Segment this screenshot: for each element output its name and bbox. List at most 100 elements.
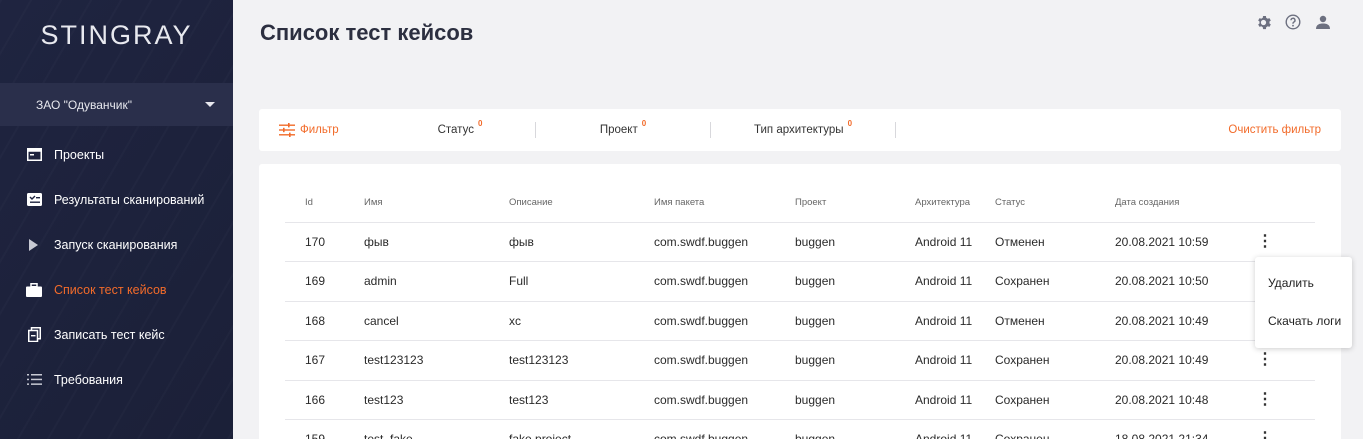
- table-row[interactable]: 166 test123 test123 com.swdf.buggen bugg…: [285, 380, 1315, 420]
- cell-architecture: Android 11: [915, 419, 995, 439]
- menu-item-delete[interactable]: Удалить: [1255, 264, 1352, 302]
- column-header[interactable]: Проект: [795, 184, 915, 223]
- column-header[interactable]: Описание: [509, 184, 654, 223]
- cell-project: buggen: [795, 261, 915, 302]
- sidebar-item-label: Запуск сканирования: [54, 237, 178, 252]
- clear-filter-button[interactable]: Очистить фильтр: [1228, 124, 1341, 136]
- cell-date: 20.08.2021 10:49: [1115, 340, 1255, 381]
- sidebar-item-requirements[interactable]: Требования: [0, 357, 233, 402]
- filter-project-count: 0: [641, 118, 647, 128]
- filter-status-count: 0: [477, 118, 483, 128]
- row-context-menu: Удалить Скачать логи: [1255, 257, 1352, 348]
- cell-project: buggen: [795, 340, 915, 381]
- filter-project[interactable]: Проект 0: [536, 118, 710, 139]
- list-icon: [26, 372, 42, 388]
- cell-package: com.swdf.buggen: [654, 340, 795, 381]
- column-header[interactable]: Дата создания: [1115, 184, 1255, 223]
- cell-project: buggen: [795, 222, 915, 262]
- cell-id: 170: [285, 222, 364, 262]
- sidebar-item-label: Результаты сканирований: [54, 192, 205, 207]
- column-header[interactable]: Имя: [364, 184, 509, 223]
- divider: [895, 122, 896, 138]
- cell-description: test123123: [509, 340, 654, 381]
- test-cases-card: Id Имя Описание Имя пакета Проект Архите…: [259, 164, 1341, 439]
- filter-bar: Фильтр Статус 0 Проект 0 Тип архитектуры…: [259, 109, 1341, 151]
- help-icon[interactable]: [1285, 14, 1301, 30]
- filter-architecture-count: 0: [847, 118, 853, 128]
- more-vertical-icon[interactable]: ⋮: [1255, 352, 1275, 368]
- filter-status[interactable]: Статус 0: [385, 118, 535, 139]
- cell-name: admin: [364, 261, 509, 302]
- table-row[interactable]: 170 фыв фыв com.swdf.buggen buggen Andro…: [285, 222, 1315, 262]
- cell-date: 20.08.2021 10:49: [1115, 301, 1255, 341]
- company-selector[interactable]: ЗАО "Одуванчик": [0, 83, 233, 126]
- sidebar-item-run-scan[interactable]: Запуск сканирования: [0, 222, 233, 267]
- cell-status: Отменен: [995, 222, 1115, 262]
- more-vertical-icon[interactable]: ⋮: [1255, 431, 1275, 439]
- cell-project: buggen: [795, 380, 915, 420]
- column-header-actions: [1255, 184, 1315, 223]
- cell-description: fake project: [509, 419, 654, 439]
- table-row[interactable]: 169 admin Full com.swdf.buggen buggen An…: [285, 261, 1315, 302]
- cell-architecture: Android 11: [915, 301, 995, 341]
- cell-date: 20.08.2021 10:59: [1115, 222, 1255, 262]
- cell-status: Сохранен: [995, 261, 1115, 302]
- play-icon: [26, 237, 42, 253]
- cell-package: com.swdf.buggen: [654, 222, 795, 262]
- cell-name: фыв: [364, 222, 509, 262]
- cell-name: test123123: [364, 340, 509, 381]
- cell-description: xc: [509, 301, 654, 341]
- sidebar-item-test-cases[interactable]: Список тест кейсов: [0, 267, 233, 312]
- sidebar-item-scan-results[interactable]: Результаты сканирований: [0, 177, 233, 222]
- cell-date: 20.08.2021 10:50: [1115, 261, 1255, 302]
- projects-icon: [26, 147, 42, 163]
- user-icon[interactable]: [1315, 14, 1331, 30]
- sidebar-item-projects[interactable]: Проекты: [0, 132, 233, 177]
- test-cases-table: Id Имя Описание Имя пакета Проект Архите…: [285, 184, 1315, 439]
- more-vertical-icon[interactable]: ⋮: [1255, 391, 1275, 408]
- company-name: ЗАО "Одуванчик": [36, 97, 132, 112]
- cell-date: 18.08.2021 21:34: [1115, 419, 1255, 439]
- scan-results-icon: [26, 192, 42, 208]
- column-header[interactable]: Архитектура: [915, 184, 995, 223]
- briefcase-icon: [26, 282, 42, 298]
- cell-description: test123: [509, 380, 654, 420]
- table-row[interactable]: 167 test123123 test123123 com.swdf.bugge…: [285, 340, 1315, 381]
- row-actions: ⋮: [1255, 222, 1315, 262]
- more-vertical-icon[interactable]: ⋮: [1255, 233, 1275, 250]
- gear-icon[interactable]: [1255, 14, 1271, 30]
- row-actions: ⋮: [1255, 419, 1315, 439]
- cell-architecture: Android 11: [915, 380, 995, 420]
- cell-id: 168: [285, 301, 364, 341]
- filter-architecture[interactable]: Тип архитектуры 0: [711, 118, 895, 139]
- cell-id: 167: [285, 340, 364, 381]
- cell-name: test_fake: [364, 419, 509, 439]
- cell-project: buggen: [795, 419, 915, 439]
- column-header[interactable]: Статус: [995, 184, 1115, 223]
- column-header[interactable]: Имя пакета: [654, 184, 795, 223]
- table-row[interactable]: 159 test_fake fake project com.swdf.bugg…: [285, 419, 1315, 439]
- cell-status: Отменен: [995, 301, 1115, 341]
- sidebar: STINGRAY ЗАО "Одуванчик" Проекты Результ…: [0, 0, 233, 439]
- cell-status: Сохранен: [995, 340, 1115, 381]
- header-actions: [1255, 14, 1331, 30]
- filter-button[interactable]: Фильтр: [259, 123, 385, 137]
- sidebar-item-label: Проекты: [54, 147, 105, 162]
- sidebar-item-record-test-case[interactable]: Записать тест кейс: [0, 312, 233, 357]
- column-header[interactable]: Id: [285, 184, 364, 223]
- cell-date: 20.08.2021 10:48: [1115, 380, 1255, 420]
- cell-description: фыв: [509, 222, 654, 262]
- cell-status: Сохранен: [995, 380, 1115, 420]
- cell-id: 166: [285, 380, 364, 420]
- row-actions: ⋮: [1255, 380, 1315, 420]
- cell-name: test123: [364, 380, 509, 420]
- table-row[interactable]: 168 cancel xc com.swdf.buggen buggen And…: [285, 301, 1315, 341]
- sidebar-nav: Проекты Результаты сканирований Запуск с…: [0, 132, 233, 402]
- app-logo[interactable]: STINGRAY: [0, 20, 233, 51]
- cell-id: 159: [285, 419, 364, 439]
- cell-package: com.swdf.buggen: [654, 419, 795, 439]
- cell-architecture: Android 11: [915, 261, 995, 302]
- cell-architecture: Android 11: [915, 222, 995, 262]
- menu-item-download-logs[interactable]: Скачать логи: [1255, 302, 1352, 340]
- filter-label: Фильтр: [300, 124, 339, 136]
